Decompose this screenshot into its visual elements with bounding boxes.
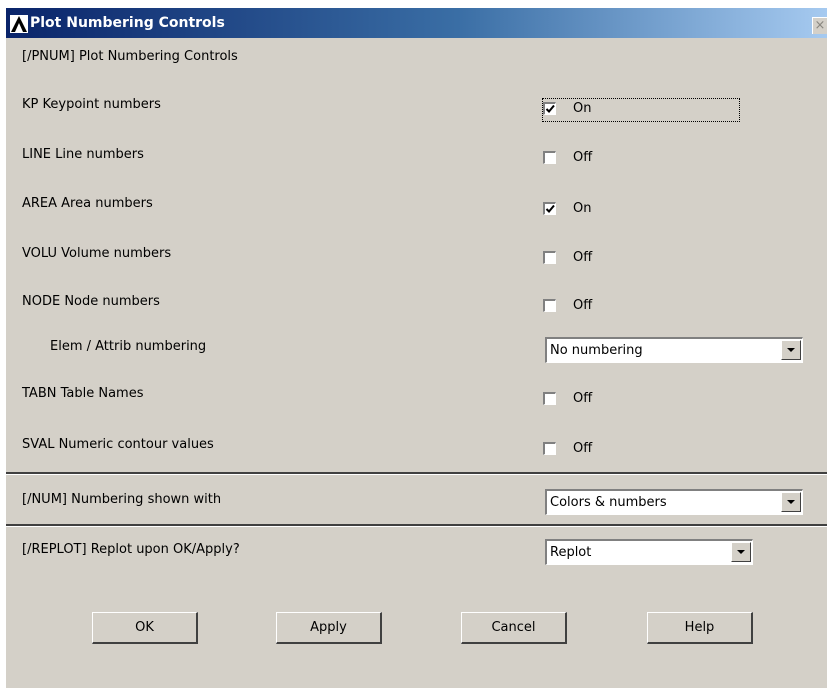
apply-button[interactable]: Apply <box>276 612 382 644</box>
checkbox-box[interactable] <box>543 299 556 312</box>
checkbox-box[interactable] <box>543 151 556 164</box>
checkbox-box[interactable] <box>543 251 556 264</box>
ansys-logo-icon <box>10 15 28 33</box>
node-label: NODE Node numbers <box>22 294 160 309</box>
separator <box>6 524 827 527</box>
plot-numbering-dialog: Plot Numbering Controls × [/PNUM] Plot N… <box>6 8 827 688</box>
dropdown-arrow-icon[interactable] <box>731 542 751 562</box>
checkbox-box[interactable] <box>543 202 556 215</box>
checkmark-icon <box>545 104 555 113</box>
tabn-state: Off <box>573 391 593 406</box>
dialog-header: [/PNUM] Plot Numbering Controls <box>22 49 238 64</box>
tabn-label: TABN Table Names <box>22 386 144 401</box>
checkbox-box[interactable] <box>543 102 556 115</box>
sval-label: SVAL Numeric contour values <box>22 437 214 452</box>
replot-value: Replot <box>550 545 592 560</box>
ok-button[interactable]: OK <box>92 612 198 644</box>
cancel-button[interactable]: Cancel <box>461 612 567 644</box>
window-title: Plot Numbering Controls <box>30 15 225 31</box>
num-label: [/NUM] Numbering shown with <box>22 492 222 507</box>
separator <box>6 472 827 475</box>
line-state: Off <box>573 150 593 165</box>
elem-attrib-label: Elem / Attrib numbering <box>50 339 207 354</box>
kp-label: KP Keypoint numbers <box>22 97 161 112</box>
help-button[interactable]: Help <box>647 612 753 644</box>
node-state: Off <box>573 298 593 313</box>
kp-state: On <box>573 101 592 116</box>
line-label: LINE Line numbers <box>22 147 144 162</box>
elem-attrib-value: No numbering <box>550 343 643 358</box>
elem-attrib-select[interactable]: No numbering <box>545 337 803 363</box>
checkbox-box[interactable] <box>543 392 556 405</box>
volu-state: Off <box>573 250 593 265</box>
area-label: AREA Area numbers <box>22 196 153 211</box>
checkmark-icon <box>545 204 555 213</box>
replot-select[interactable]: Replot <box>545 539 753 565</box>
close-icon[interactable]: × <box>812 17 827 34</box>
num-select[interactable]: Colors & numbers <box>545 489 803 515</box>
sval-state: Off <box>573 441 593 456</box>
dropdown-arrow-icon[interactable] <box>781 492 801 512</box>
num-value: Colors & numbers <box>550 495 667 510</box>
area-state: On <box>573 201 592 216</box>
volu-label: VOLU Volume numbers <box>22 246 172 261</box>
dropdown-arrow-icon[interactable] <box>781 340 801 360</box>
title-bar[interactable]: Plot Numbering Controls × <box>6 8 827 38</box>
kp-checkbox[interactable]: On <box>542 98 740 122</box>
checkbox-box[interactable] <box>543 442 556 455</box>
replot-label: [/REPLOT] Replot upon OK/Apply? <box>22 542 240 557</box>
